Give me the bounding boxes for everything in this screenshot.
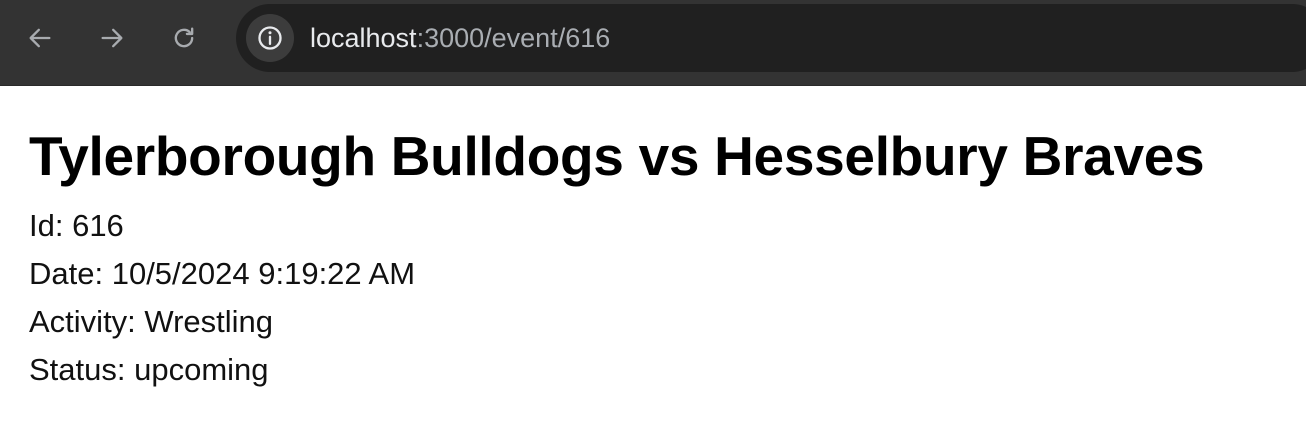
arrow-right-icon — [101, 28, 123, 48]
arrow-left-icon — [29, 28, 51, 48]
browser-toolbar: localhost:3000/event/616 — [0, 0, 1306, 86]
address-bar[interactable]: localhost:3000/event/616 — [236, 4, 1306, 72]
page-title: Tylerborough Bulldogs vs Hesselbury Brav… — [29, 125, 1205, 187]
reload-icon — [174, 27, 194, 48]
back-button[interactable] — [20, 18, 60, 58]
url-path: :3000/event/616 — [416, 23, 611, 53]
event-details: Id: 616 Date: 10/5/2024 9:19:22 AM Activ… — [29, 202, 1286, 394]
event-id: Id: 616 — [29, 208, 124, 243]
page-content: Tylerborough Bulldogs vs Hesselbury Brav… — [29, 86, 1286, 394]
info-circle-icon — [258, 26, 282, 50]
event-status: Status: upcoming — [29, 352, 269, 387]
reload-button[interactable] — [164, 18, 204, 58]
site-info-button[interactable] — [246, 14, 294, 62]
url-text[interactable]: localhost:3000/event/616 — [310, 4, 610, 72]
event-date: Date: 10/5/2024 9:19:22 AM — [29, 256, 416, 291]
forward-button[interactable] — [92, 18, 132, 58]
event-activity: Activity: Wrestling — [29, 304, 274, 339]
url-host: localhost — [310, 23, 417, 53]
